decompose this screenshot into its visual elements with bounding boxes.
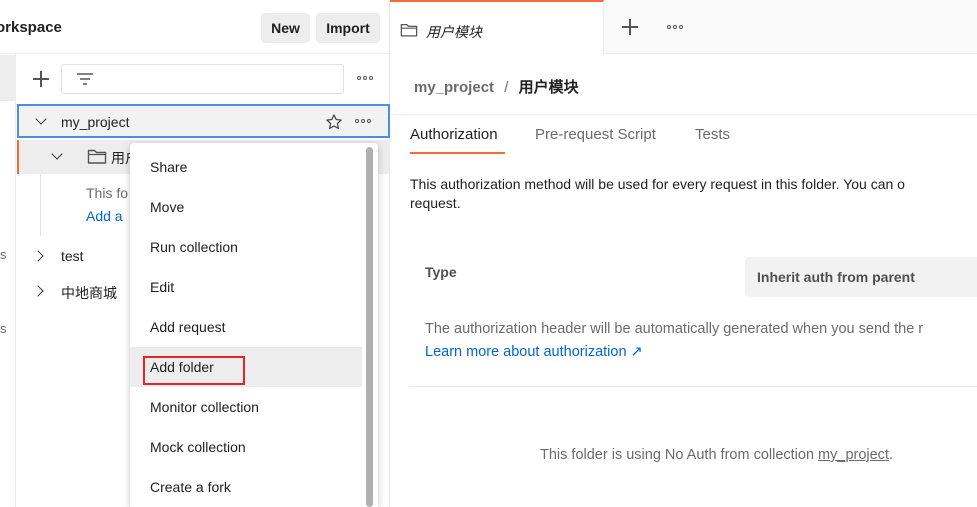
breadcrumb-separator: / xyxy=(504,79,509,96)
menu-item-create-fork[interactable]: Create a fork xyxy=(130,467,362,507)
collection-row-my-project[interactable]: my_project xyxy=(17,104,390,138)
more-options-icon[interactable] xyxy=(357,76,373,80)
learn-more-link[interactable]: Learn more about authorization ↗ xyxy=(425,344,643,360)
tab-bar: 用户模块 xyxy=(390,0,977,55)
auth-description-line: request. xyxy=(410,195,461,211)
menu-item-add-request[interactable]: Add request xyxy=(130,307,362,347)
context-menu: Share Move Run collection Edit Add reque… xyxy=(130,143,378,507)
chevron-down-icon[interactable] xyxy=(51,148,63,160)
import-button[interactable]: Import xyxy=(316,13,380,43)
auth-description-line: This authorization method will be used f… xyxy=(410,176,905,192)
collection-label: 中地商城 xyxy=(61,285,117,301)
sidebar-rail xyxy=(0,54,16,507)
collection-label: my_project xyxy=(61,114,130,130)
folder-icon xyxy=(400,23,418,37)
folder-note-suffix: . xyxy=(888,447,893,463)
collection-label: test xyxy=(61,248,84,264)
filter-icon xyxy=(77,73,93,85)
menu-item-monitor-collection[interactable]: Monitor collection xyxy=(130,387,362,427)
rail-label: s xyxy=(0,247,7,262)
tree-guide xyxy=(40,174,41,236)
tab-authorization[interactable]: Authorization xyxy=(410,126,498,143)
auth-type-select[interactable]: Inherit auth from parent xyxy=(745,257,977,297)
add-request-link[interactable]: Add a xyxy=(86,208,123,224)
menu-item-share[interactable]: Share xyxy=(130,147,362,187)
tab-pre-request-script[interactable]: Pre-request Script xyxy=(535,126,656,143)
breadcrumb: my_project / 用户模块 xyxy=(414,76,579,97)
star-icon[interactable] xyxy=(325,113,343,131)
workspace-title: orkspace xyxy=(0,19,62,36)
empty-folder-text: This fo xyxy=(86,185,129,201)
folder-auth-note: This folder is using No Auth from collec… xyxy=(540,447,893,463)
chevron-down-icon[interactable] xyxy=(35,113,47,125)
auth-header-note: The authorization header will be automat… xyxy=(425,321,924,337)
menu-scrollbar[interactable] xyxy=(366,147,373,507)
divider xyxy=(409,386,977,387)
workspace-header: orkspace New Import xyxy=(0,0,390,54)
breadcrumb-project[interactable]: my_project xyxy=(414,79,494,96)
menu-item-edit[interactable]: Edit xyxy=(130,267,362,307)
folder-note-text: This folder is using No Auth from collec… xyxy=(540,447,819,463)
menu-item-run-collection[interactable]: Run collection xyxy=(130,227,362,267)
rail-item-collections[interactable] xyxy=(0,55,16,101)
tab-options-icon[interactable] xyxy=(667,25,683,29)
plus-icon[interactable] xyxy=(33,71,49,87)
auth-type-value: Inherit auth from parent xyxy=(757,269,915,285)
menu-item-move[interactable]: Move xyxy=(130,187,362,227)
tab-label: 用户模块 xyxy=(426,24,482,40)
tab-tests[interactable]: Tests xyxy=(695,126,730,143)
highlight-box xyxy=(143,356,245,385)
collection-link[interactable]: my_project xyxy=(818,447,889,463)
type-label: Type xyxy=(425,264,457,280)
filter-input[interactable] xyxy=(61,64,344,94)
new-tab-icon[interactable] xyxy=(622,19,638,35)
folder-icon xyxy=(87,149,107,164)
chevron-right-icon[interactable] xyxy=(32,250,44,262)
tab-folder[interactable]: 用户模块 xyxy=(390,0,604,55)
auth-description: This authorization method will be used f… xyxy=(410,175,977,213)
chevron-right-icon[interactable] xyxy=(32,285,44,297)
menu-item-mock-collection[interactable]: Mock collection xyxy=(130,427,362,467)
collection-options-icon[interactable] xyxy=(355,119,371,123)
folder-tabs: Authorization Pre-request Script Tests xyxy=(390,114,977,154)
new-button[interactable]: New xyxy=(261,13,310,43)
rail-label: s xyxy=(0,321,7,336)
breadcrumb-current: 用户模块 xyxy=(518,79,579,96)
active-tab-indicator xyxy=(410,152,505,154)
